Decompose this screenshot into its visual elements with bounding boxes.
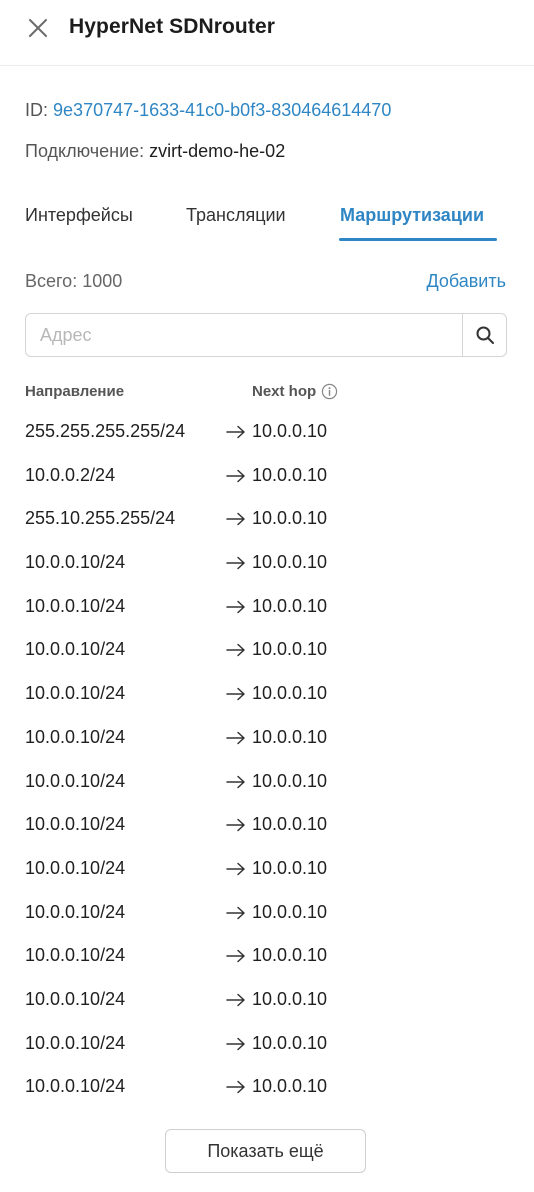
table-row: 10.0.0.10/24 10.0.0.10 (0, 892, 534, 936)
route-direction: 10.0.0.10/24 (25, 901, 126, 922)
arrow-right-icon (226, 950, 245, 963)
table-row: 10.0.0.10/24 10.0.0.10 (0, 1066, 534, 1110)
active-tab-indicator (339, 238, 497, 241)
connection-value: zvirt-demo-he-02 (149, 141, 286, 161)
route-direction: 10.0.0.10/24 (25, 1032, 126, 1053)
routes-list: 255.255.255.255/24 10.0.0.10 10.0.0.2/24 10… (0, 411, 534, 1110)
panel-header: HyperNet SDNrouter (0, 0, 534, 66)
table-row: 10.0.0.2/24 10.0.0.10 (0, 455, 534, 499)
column-header-next-hop: Next hop (252, 383, 338, 400)
route-direction: 10.0.0.10/24 (25, 726, 126, 747)
route-direction: 10.0.0.10/24 (25, 857, 126, 878)
arrow-right-icon (226, 1081, 245, 1094)
route-direction: 10.0.0.10/24 (25, 552, 126, 573)
id-label: ID: (25, 100, 49, 120)
table-row: 10.0.0.10/24 10.0.0.10 (0, 542, 534, 586)
search-button[interactable] (462, 314, 506, 356)
arrow-right-icon (226, 775, 245, 788)
route-direction: 10.0.0.10/24 (25, 639, 126, 660)
route-next-hop: 10.0.0.10 (252, 814, 328, 835)
tab-interfaces[interactable]: Интерфейсы (25, 205, 133, 236)
panel-title: HyperNet SDNrouter (69, 15, 276, 38)
table-row: 10.0.0.10/24 10.0.0.10 (0, 935, 534, 979)
table-row: 255.255.255.255/24 10.0.0.10 (0, 411, 534, 455)
arrow-right-icon (226, 687, 245, 701)
search-input[interactable] (26, 314, 463, 356)
table-row: 10.0.0.10/24 10.0.0.10 (0, 1023, 534, 1067)
route-next-hop: 10.0.0.10 (252, 988, 328, 1009)
route-next-hop: 10.0.0.10 (252, 421, 328, 441)
arrow-right-icon (226, 600, 245, 613)
tab-bar: Интерфейсы Трансляции Маршрутизации (0, 205, 534, 245)
arrow-right-icon (226, 425, 245, 439)
route-direction: 10.0.0.10/24 (25, 988, 126, 1009)
arrow-right-icon (226, 862, 245, 876)
arrow-right-icon (226, 731, 245, 745)
column-header-direction: Направление (25, 383, 125, 400)
route-next-hop: 10.0.0.10 (252, 770, 328, 791)
arrow-right-icon (226, 644, 245, 657)
table-row: 10.0.0.10/24 10.0.0.10 (0, 629, 534, 673)
connection-label: Подключение: (25, 141, 145, 161)
arrow-right-icon (226, 469, 245, 482)
search-box (25, 313, 507, 357)
route-direction: 255.10.255.255/24 (25, 508, 176, 529)
route-direction: 10.0.0.10/24 (25, 770, 126, 791)
route-next-hop: 10.0.0.10 (252, 552, 328, 573)
arrow-right-icon (226, 993, 245, 1007)
table-row: 10.0.0.10/24 10.0.0.10 (0, 979, 534, 1023)
route-next-hop: 10.0.0.10 (252, 464, 328, 485)
route-next-hop: 10.0.0.10 (252, 1076, 328, 1097)
route-next-hop: 10.0.0.10 (252, 945, 328, 966)
route-direction: 10.0.0.10/24 (25, 683, 126, 704)
close-icon[interactable] (27, 17, 49, 39)
tab-routing[interactable]: Маршрутизации (340, 205, 484, 236)
route-direction: 10.0.0.10/24 (25, 595, 126, 616)
route-next-hop: 10.0.0.10 (252, 901, 328, 922)
table-row: 10.0.0.10/24 10.0.0.10 (0, 804, 534, 848)
add-button[interactable]: Добавить (426, 271, 506, 292)
table-row: 10.0.0.10/24 10.0.0.10 (0, 761, 534, 805)
table-row: 10.0.0.10/24 10.0.0.10 (0, 848, 534, 892)
route-next-hop: 10.0.0.10 (252, 595, 328, 616)
route-next-hop: 10.0.0.10 (252, 1032, 328, 1053)
total-count: Всего: 1000 (25, 271, 123, 291)
next-hop-label: Next hop (252, 383, 317, 400)
table-row: 10.0.0.10/24 10.0.0.10 (0, 717, 534, 761)
route-direction: 255.255.255.255/24 (25, 421, 186, 441)
route-next-hop: 10.0.0.10 (252, 726, 328, 747)
search-icon (476, 326, 494, 344)
route-next-hop: 10.0.0.10 (252, 639, 328, 660)
route-direction: 10.0.0.10/24 (25, 1076, 126, 1097)
route-direction: 10.0.0.10/24 (25, 814, 126, 835)
route-next-hop: 10.0.0.10 (252, 683, 328, 704)
show-more-button[interactable]: Показать ещё (165, 1129, 366, 1173)
table-row: 10.0.0.10/24 10.0.0.10 (0, 673, 534, 717)
route-next-hop: 10.0.0.10 (252, 508, 328, 529)
route-direction: 10.0.0.10/24 (25, 945, 126, 966)
arrow-right-icon (226, 513, 245, 526)
arrow-right-icon (226, 906, 245, 919)
arrow-right-icon (226, 1037, 245, 1050)
info-icon[interactable] (321, 383, 338, 400)
table-row: 10.0.0.10/24 10.0.0.10 (0, 586, 534, 630)
route-direction: 10.0.0.2/24 (25, 464, 116, 485)
arrow-right-icon (226, 556, 245, 570)
route-next-hop: 10.0.0.10 (252, 857, 328, 878)
router-id: ID: 9e370747-1633-41c0-b0f3-830464614470 (25, 100, 391, 121)
tab-translations[interactable]: Трансляции (186, 205, 286, 236)
id-value[interactable]: 9e370747-1633-41c0-b0f3-830464614470 (53, 100, 391, 120)
table-row: 255.10.255.255/24 10.0.0.10 (0, 498, 534, 542)
arrow-right-icon (226, 818, 245, 832)
connection-info: Подключение: zvirt-demo-he-02 (25, 141, 285, 162)
